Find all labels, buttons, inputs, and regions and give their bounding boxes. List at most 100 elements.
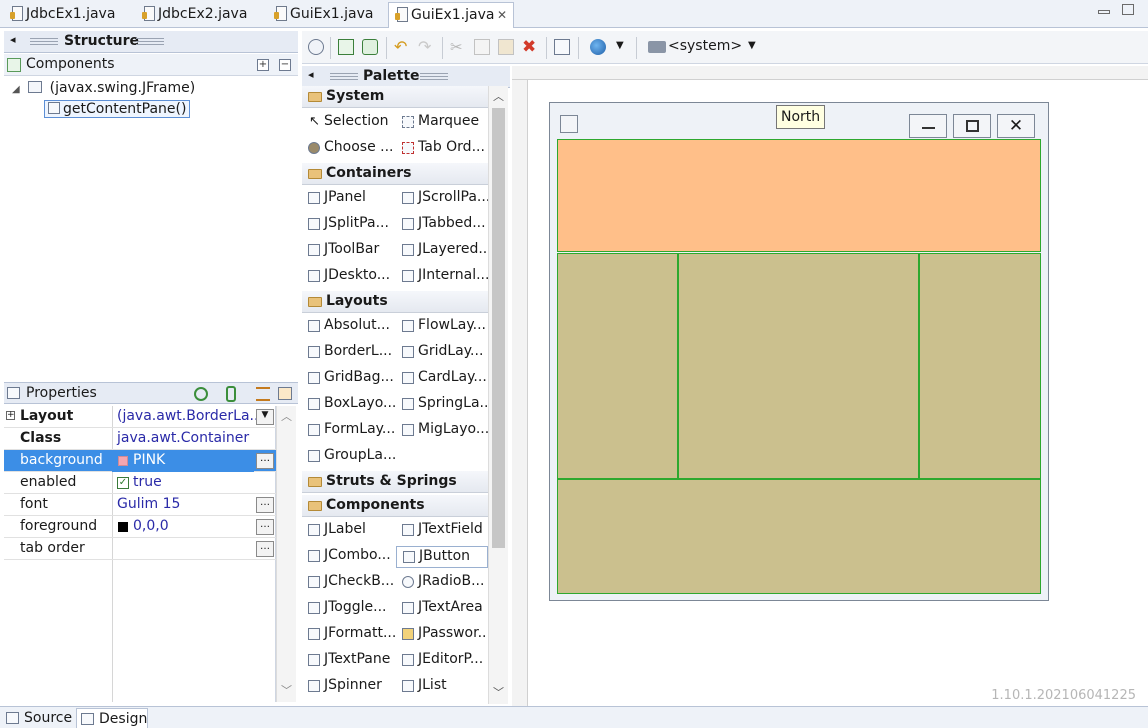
palette-item-gridlayout[interactable]: GridLay... <box>396 342 488 364</box>
collapse-left-icon[interactable]: ◂ <box>308 68 314 81</box>
palette-item-jbutton[interactable]: JButton <box>396 546 488 568</box>
palette-item-borderlayout[interactable]: BorderL... <box>302 342 394 364</box>
more-button[interactable]: … <box>256 519 274 535</box>
palette-category-system[interactable]: System <box>302 86 488 108</box>
palette-item-jcombobox[interactable]: JCombo... <box>302 546 394 568</box>
collapse-left-icon[interactable]: ◂ <box>10 33 16 46</box>
palette-item-jtextpane[interactable]: JTextPane <box>302 650 394 672</box>
paste-icon[interactable] <box>498 39 514 55</box>
palette-category-containers[interactable]: Containers <box>302 163 488 185</box>
editor-tab-jdbcex1[interactable]: JdbcEx1.java <box>4 2 115 28</box>
palette-category-components[interactable]: Components <box>302 495 488 517</box>
tab-source[interactable]: Source <box>2 708 74 728</box>
editor-tab-jdbcex2[interactable]: JdbcEx2.java <box>136 2 247 28</box>
more-button[interactable]: … <box>256 453 274 469</box>
refresh-icon[interactable] <box>362 39 378 55</box>
collapse-all-icon[interactable]: − <box>279 59 291 71</box>
tree-expanded-icon[interactable]: ◢ <box>12 84 20 95</box>
palette-item-absolute-layout[interactable]: Absolut... <box>302 316 394 338</box>
palette-item-jscrollpane[interactable]: JScrollPa... <box>396 188 488 210</box>
border-region-east[interactable] <box>919 253 1041 479</box>
property-row-background[interactable]: background PINK … <box>4 450 276 472</box>
palette-item-jcheckbox[interactable]: JCheckB... <box>302 572 394 594</box>
palette-item-jtextarea[interactable]: JTextArea <box>396 598 488 620</box>
copy-icon[interactable] <box>474 39 490 55</box>
globe-icon[interactable] <box>590 39 606 55</box>
palette-item-selection[interactable]: ↖ Selection <box>302 112 394 134</box>
show-events-icon[interactable] <box>194 387 208 401</box>
palette-item-jpasswordfield[interactable]: JPasswor... <box>396 624 488 646</box>
palette-item-choose-component[interactable]: Choose ... <box>302 138 394 160</box>
border-region-north[interactable] <box>557 139 1041 252</box>
expand-icon[interactable]: + <box>6 411 15 420</box>
palette-item-jlabel[interactable]: JLabel <box>302 520 394 542</box>
palette-item-flowlayout[interactable]: FlowLay... <box>396 316 488 338</box>
border-region-south[interactable] <box>557 479 1041 594</box>
palette-item-marquee[interactable]: Marquee <box>396 112 488 134</box>
property-row-tab-order[interactable]: tab order … <box>4 538 276 560</box>
palette-item-jtabbedpane[interactable]: JTabbed... <box>396 214 488 236</box>
scroll-thumb[interactable] <box>492 108 505 548</box>
palette-item-tab-order[interactable]: Tab Ord... <box>396 138 488 160</box>
properties-dialog-icon[interactable] <box>554 39 570 55</box>
look-and-feel-icon[interactable] <box>648 41 666 53</box>
palette-item-cardlayout[interactable]: CardLay... <box>396 368 488 390</box>
palette-item-jtogglebutton[interactable]: JToggle... <box>302 598 394 620</box>
palette-scrollbar[interactable]: ︿ ﹀ <box>488 86 508 704</box>
minimize-icon[interactable] <box>1098 10 1110 14</box>
palette-item-gridbaglayout[interactable]: GridBag... <box>302 368 394 390</box>
test-gui-icon[interactable] <box>308 39 324 55</box>
palette-item-jformattedtextfield[interactable]: JFormatt... <box>302 624 396 646</box>
property-row-enabled[interactable]: enabled ✓ true <box>4 472 276 494</box>
close-icon[interactable]: ✕ <box>497 3 507 27</box>
delete-icon[interactable]: ✖ <box>522 39 538 56</box>
globe-dropdown-icon[interactable]: ▼ <box>616 40 624 51</box>
scroll-up-icon[interactable]: ︿ <box>493 88 504 104</box>
cut-icon[interactable]: ✂ <box>450 39 466 55</box>
editor-tab-guiex1[interactable]: GuiEx1.java <box>268 2 373 28</box>
restore-default-icon[interactable] <box>278 387 292 400</box>
palette-item-springlayout[interactable]: SpringLa... <box>396 394 488 416</box>
palette-item-jinternalframe[interactable]: JInternal... <box>396 266 488 288</box>
palette-item-miglayout[interactable]: MigLayo... <box>396 420 488 442</box>
border-region-center[interactable] <box>678 253 919 479</box>
redo-icon[interactable]: ↷ <box>418 39 434 55</box>
palette-category-layouts[interactable]: Layouts <box>302 291 488 313</box>
palette-item-jtoolbar[interactable]: JToolBar <box>302 240 394 262</box>
tree-node-content-pane[interactable]: getContentPane() <box>44 100 191 118</box>
select-all-icon[interactable] <box>338 39 354 55</box>
palette-item-jdesktoppane[interactable]: JDeskto... <box>302 266 394 288</box>
tab-design[interactable]: Design <box>76 708 148 728</box>
editor-tab-guiex1-active[interactable]: GuiEx1.java ✕ <box>388 2 514 28</box>
scroll-down-icon[interactable]: ﹀ <box>281 682 292 698</box>
maximize-icon[interactable] <box>1122 4 1134 15</box>
show-advanced-icon[interactable] <box>256 387 270 401</box>
palette-item-jtextfield[interactable]: JTextField <box>396 520 488 542</box>
palette-item-jspinner[interactable]: JSpinner <box>302 676 394 698</box>
more-button[interactable]: … <box>256 497 274 513</box>
undo-icon[interactable]: ↶ <box>394 39 410 55</box>
palette-item-jeditorpane[interactable]: JEditorP... <box>396 650 488 672</box>
look-and-feel-selector[interactable]: <system> <box>668 38 742 54</box>
checkbox-checked[interactable]: ✓ <box>117 477 129 489</box>
tree-node-jframe[interactable]: ◢ (javax.swing.JFrame) <box>12 80 195 96</box>
border-region-west[interactable] <box>557 253 678 479</box>
scroll-down-icon[interactable]: ﹀ <box>493 684 504 700</box>
palette-item-jradiobutton[interactable]: JRadioB... <box>396 572 488 594</box>
expand-all-icon[interactable]: + <box>257 59 269 71</box>
scroll-up-icon[interactable]: ︿ <box>281 408 292 424</box>
palette-item-formlayout[interactable]: FormLay... <box>302 420 395 442</box>
property-row-foreground[interactable]: foreground 0,0,0 … <box>4 516 276 538</box>
palette-item-jlist[interactable]: JList <box>396 676 488 698</box>
more-button[interactable]: … <box>256 541 274 557</box>
palette-item-jlayeredpane[interactable]: JLayered... <box>396 240 488 262</box>
palette-category-struts-springs[interactable]: Struts & Springs <box>302 471 488 493</box>
jframe-close-button[interactable]: ✕ <box>997 114 1035 138</box>
property-row-layout[interactable]: + Layout (java.awt.BorderLa... ▼ <box>4 406 276 428</box>
property-value[interactable]: (java.awt.BorderLa... <box>117 408 263 424</box>
properties-scrollbar[interactable]: ︿ ﹀ <box>276 406 296 702</box>
jframe-maximize-button[interactable] <box>953 114 991 138</box>
property-value[interactable]: PINK <box>133 452 165 468</box>
property-value[interactable]: 0,0,0 <box>133 518 169 534</box>
jframe-minimize-button[interactable] <box>909 114 947 138</box>
